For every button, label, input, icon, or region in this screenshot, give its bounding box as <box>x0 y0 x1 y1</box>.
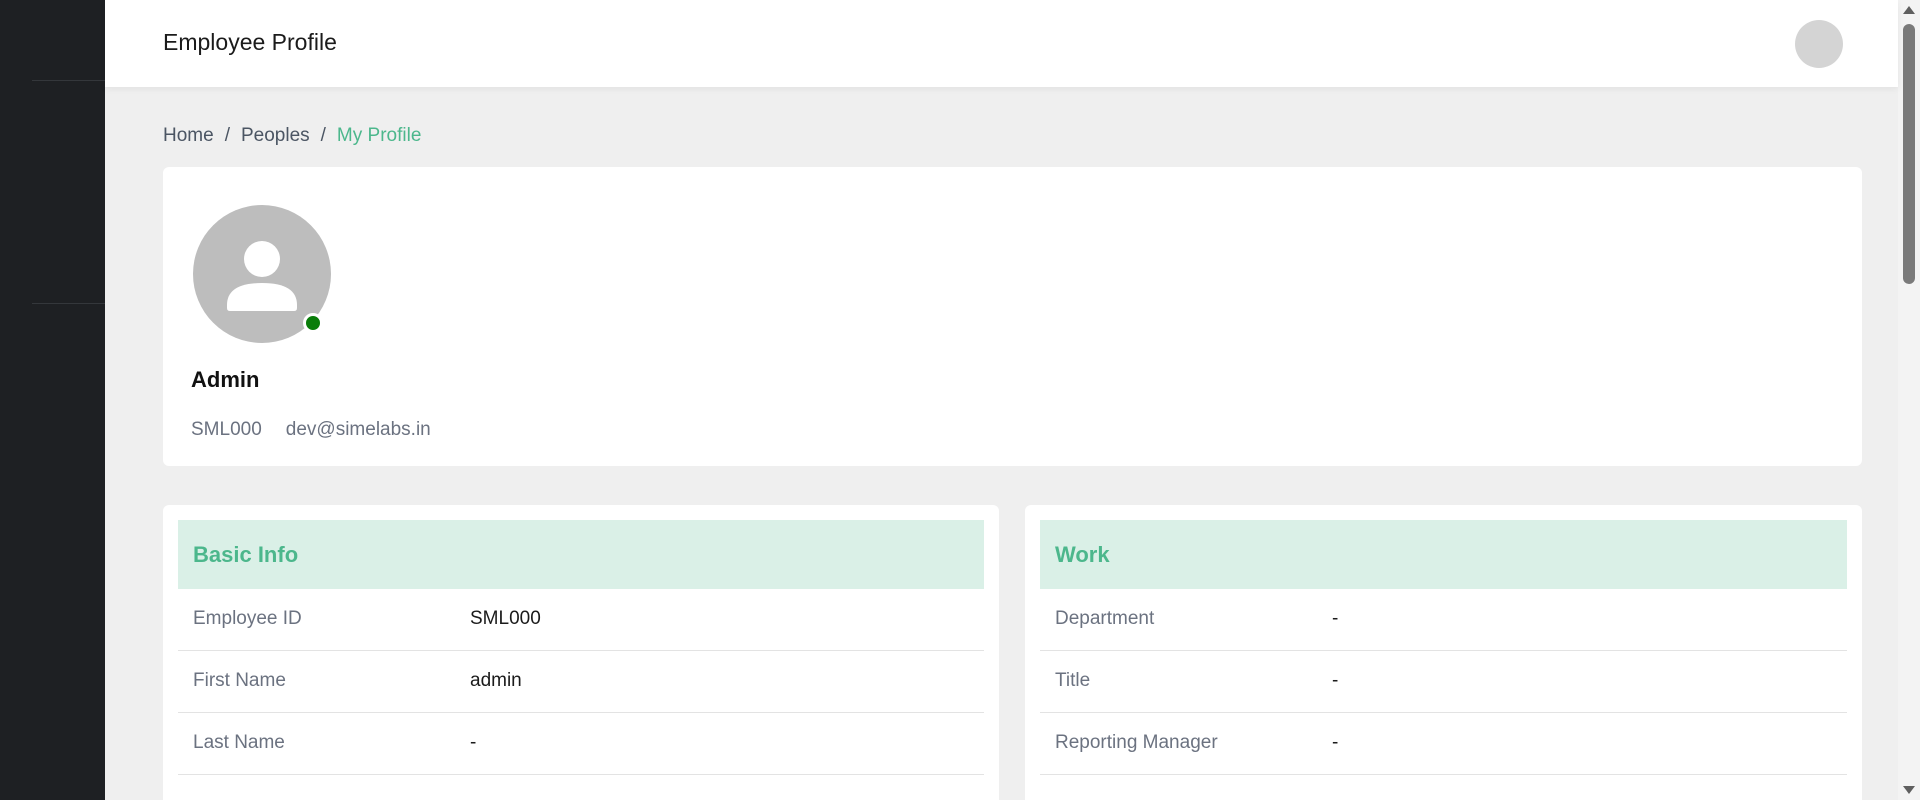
info-row: Title - <box>1040 651 1847 713</box>
profile-meta: SML000 dev@simelabs.in <box>191 419 431 441</box>
main-content: Home / Peoples / My Profile Admin SML000… <box>105 87 1898 800</box>
sidebar-divider <box>32 303 105 304</box>
info-value: - <box>1332 732 1339 753</box>
info-label: Department <box>1055 608 1155 629</box>
info-value: SML000 <box>470 608 541 629</box>
top-header: Employee Profile <box>105 0 1898 87</box>
sidebar-divider <box>32 80 105 81</box>
profile-employee-id: SML000 <box>191 419 262 440</box>
basic-info-title: Basic Info <box>193 542 299 567</box>
info-value: - <box>470 732 477 753</box>
page-title: Employee Profile <box>163 29 337 55</box>
basic-info-rows: Employee ID SML000 First Name admin Last… <box>178 589 984 775</box>
breadcrumb-current: My Profile <box>336 125 422 146</box>
breadcrumb-separator: / <box>320 125 326 146</box>
info-row: Employee ID SML000 <box>178 589 984 651</box>
breadcrumb-separator: / <box>224 125 230 146</box>
info-value: admin <box>470 670 522 691</box>
breadcrumb-home[interactable]: Home <box>163 125 214 147</box>
breadcrumb: Home / Peoples / My Profile <box>163 125 421 147</box>
basic-info-card: Basic Info Employee ID SML000 First Name… <box>163 505 999 800</box>
sidebar <box>0 0 105 800</box>
profile-card: Admin SML000 dev@simelabs.in <box>163 167 1862 466</box>
page-scrollbar[interactable] <box>1898 0 1920 800</box>
info-label: Title <box>1055 670 1091 691</box>
scrollbar-thumb[interactable] <box>1903 24 1915 284</box>
profile-name: Admin <box>191 367 260 392</box>
info-row: Department - <box>1040 589 1847 651</box>
breadcrumb-peoples[interactable]: Peoples <box>241 125 310 147</box>
work-card: Work Department - Title - Reporting Mana… <box>1025 505 1862 800</box>
info-row: Last Name - <box>178 713 984 775</box>
scroll-down-icon[interactable] <box>1903 786 1915 794</box>
info-row: Reporting Manager - <box>1040 713 1847 775</box>
basic-info-header: Basic Info <box>178 520 984 589</box>
scroll-up-icon[interactable] <box>1903 6 1915 14</box>
info-label: Reporting Manager <box>1055 732 1218 753</box>
info-value: - <box>1332 670 1339 691</box>
info-label: First Name <box>193 670 286 691</box>
info-label: Last Name <box>193 732 285 753</box>
work-header: Work <box>1040 520 1847 589</box>
user-avatar[interactable] <box>1795 20 1843 68</box>
info-value: - <box>1332 608 1339 629</box>
work-rows: Department - Title - Reporting Manager - <box>1040 589 1847 775</box>
profile-email: dev@simelabs.in <box>285 419 431 440</box>
online-status-dot <box>303 313 323 333</box>
info-row: First Name admin <box>178 651 984 713</box>
info-label: Employee ID <box>193 608 302 629</box>
work-title: Work <box>1055 542 1110 567</box>
